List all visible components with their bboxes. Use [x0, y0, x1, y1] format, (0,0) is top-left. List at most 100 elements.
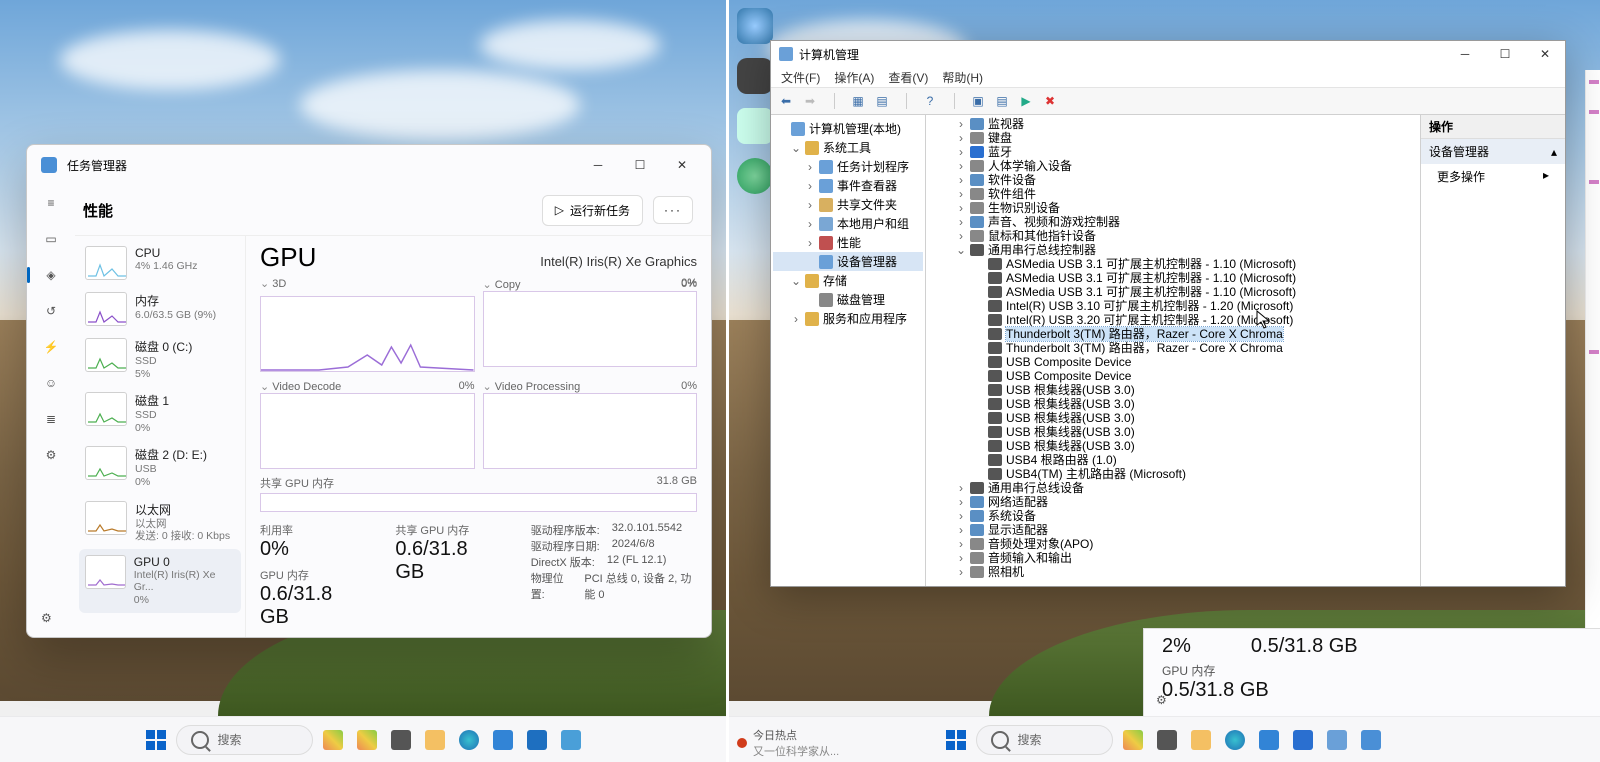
minimize-button[interactable]: ─ — [1445, 42, 1485, 66]
resource-磁盘 2 (D: E:)[interactable]: 磁盘 2 (D: E:)USB0% — [79, 440, 241, 494]
forward-icon[interactable]: ➡ — [801, 92, 819, 110]
device-node[interactable]: USB 根集线器(USB 3.0) — [930, 411, 1416, 425]
minimize-button[interactable]: ─ — [577, 150, 619, 180]
device-node[interactable]: ›键盘 — [930, 131, 1416, 145]
tb-store[interactable] — [1255, 726, 1283, 754]
tb-app-1[interactable] — [1119, 726, 1147, 754]
hamburger-icon[interactable]: ≡ — [41, 193, 61, 213]
resource-list[interactable]: CPU4% 1.46 GHz 内存6.0/63.5 GB (9%) 磁盘 0 (… — [75, 236, 246, 637]
performance-icon[interactable]: ◈ — [41, 265, 61, 285]
tb-store[interactable] — [489, 726, 517, 754]
device-node[interactable]: USB4(TM) 主机路由器 (Microsoft) — [930, 467, 1416, 481]
desktop-icon-1[interactable] — [737, 8, 773, 44]
menubar[interactable]: 文件(F) 操作(A) 查看(V) 帮助(H) — [771, 67, 1565, 88]
tb-app-5[interactable] — [1323, 726, 1351, 754]
device-node[interactable]: ›人体学输入设备 — [930, 159, 1416, 173]
device-node[interactable]: ›通用串行总线设备 — [930, 481, 1416, 495]
settings-icon[interactable]: ⚙ — [41, 611, 52, 625]
tb-taskview[interactable] — [387, 726, 415, 754]
more-button[interactable]: ··· — [653, 196, 693, 224]
desktop-icon-4[interactable] — [737, 158, 773, 194]
maximize-button[interactable]: ☐ — [619, 150, 661, 180]
run-task-button[interactable]: ▷ 运行新任务 — [542, 195, 643, 226]
search-box[interactable]: 搜索 — [176, 725, 312, 755]
tb-app-1[interactable] — [319, 726, 347, 754]
resource-以太网[interactable]: 以太网以太网发送: 0 接收: 0 Kbps — [79, 495, 241, 549]
device-node[interactable]: ASMedia USB 3.1 可扩展主机控制器 - 1.10 (Microso… — [930, 271, 1416, 285]
tb-app-3[interactable] — [557, 726, 585, 754]
resource-内存[interactable]: 内存6.0/63.5 GB (9%) — [79, 286, 241, 332]
services-icon[interactable]: ⚙ — [41, 445, 61, 465]
device-node[interactable]: ›软件设备 — [930, 173, 1416, 187]
menu-item[interactable]: 帮助(H) — [942, 69, 983, 86]
tree-node[interactable]: ›服务和应用程序 — [773, 309, 923, 328]
tree-node[interactable]: ›事件查看器 — [773, 176, 923, 195]
menu-item[interactable]: 查看(V) — [888, 69, 928, 86]
toolbar[interactable]: ⬅ ➡ ▦ ▤ ? ▣ ▤ ▶ ✖ — [771, 88, 1565, 115]
device-node[interactable]: ASMedia USB 3.1 可扩展主机控制器 - 1.10 (Microso… — [930, 285, 1416, 299]
device-node[interactable]: ›音频处理对象(APO) — [930, 537, 1416, 551]
device-node[interactable]: ›软件组件 — [930, 187, 1416, 201]
device-node[interactable]: ⌄通用串行总线控制器 — [930, 243, 1416, 257]
settings-icon[interactable]: ⚙ — [1156, 693, 1167, 707]
tb-edge[interactable] — [455, 726, 483, 754]
tb-app-2[interactable] — [353, 726, 381, 754]
tree-node[interactable]: ›共享文件夹 — [773, 195, 923, 214]
device-node[interactable]: Thunderbolt 3(TM) 路由器，Razer - Core X Chr… — [930, 341, 1416, 355]
device-node[interactable]: Thunderbolt 3(TM) 路由器，Razer - Core X Chr… — [930, 327, 1416, 341]
device-node[interactable]: USB4 根路由器 (1.0) — [930, 453, 1416, 467]
back-icon[interactable]: ⬅ — [777, 92, 795, 110]
device-node[interactable]: ›监视器 — [930, 117, 1416, 131]
tree-node[interactable]: ⌄系统工具 — [773, 138, 923, 157]
enable-icon[interactable]: ▶ — [1017, 92, 1035, 110]
close-button[interactable]: ✕ — [1525, 42, 1565, 66]
tool-icon-2[interactable]: ▤ — [873, 92, 891, 110]
device-node[interactable]: USB 根集线器(USB 3.0) — [930, 383, 1416, 397]
device-node[interactable]: Intel(R) USB 3.10 可扩展主机控制器 - 1.20 (Micro… — [930, 299, 1416, 313]
device-node[interactable]: USB Composite Device — [930, 369, 1416, 383]
processes-icon[interactable]: ▭ — [41, 229, 61, 249]
cm-titlebar[interactable]: 计算机管理 ─ ☐ ✕ — [771, 41, 1565, 67]
device-node[interactable]: USB 根集线器(USB 3.0) — [930, 439, 1416, 453]
tool-icon-4[interactable]: ▤ — [993, 92, 1011, 110]
device-node[interactable]: ›鼠标和其他指针设备 — [930, 229, 1416, 243]
device-node[interactable]: ›系统设备 — [930, 509, 1416, 523]
tb-app-6[interactable] — [1357, 726, 1385, 754]
tb-outlook[interactable] — [523, 726, 551, 754]
start-button[interactable] — [142, 726, 170, 754]
chart-copy-label[interactable]: Copy — [483, 278, 521, 291]
history-icon[interactable]: ↺ — [41, 301, 61, 321]
device-node[interactable]: Intel(R) USB 3.20 可扩展主机控制器 - 1.20 (Micro… — [930, 313, 1416, 327]
tree-node[interactable]: ›本地用户和组 — [773, 214, 923, 233]
device-node[interactable]: ASMedia USB 3.1 可扩展主机控制器 - 1.10 (Microso… — [930, 257, 1416, 271]
tb-explorer[interactable] — [1187, 726, 1215, 754]
actions-category[interactable]: 设备管理器▴ — [1421, 139, 1565, 164]
menu-item[interactable]: 操作(A) — [834, 69, 874, 86]
news-widget[interactable]: 今日热点 又一位科学家从... — [737, 727, 839, 759]
device-node[interactable]: ›蓝牙 — [930, 145, 1416, 159]
menu-item[interactable]: 文件(F) — [781, 69, 820, 86]
device-node[interactable]: USB Composite Device — [930, 355, 1416, 369]
console-tree[interactable]: 计算机管理(本地)⌄系统工具›任务计划程序›事件查看器›共享文件夹›本地用户和组… — [771, 115, 926, 586]
resource-GPU 0[interactable]: GPU 0Intel(R) Iris(R) Xe Gr...0% — [79, 549, 241, 613]
tree-node[interactable]: ⌄存储 — [773, 271, 923, 290]
titlebar[interactable]: 任务管理器 ─ ☐ ✕ — [27, 145, 711, 185]
close-button[interactable]: ✕ — [661, 150, 703, 180]
taskbar[interactable]: 搜索 — [0, 716, 727, 762]
device-node[interactable]: ›显示适配器 — [930, 523, 1416, 537]
desktop-icon-3[interactable] — [737, 108, 773, 144]
details-icon[interactable]: ≣ — [41, 409, 61, 429]
help-icon[interactable]: ? — [921, 92, 939, 110]
start-button[interactable] — [942, 726, 970, 754]
startup-icon[interactable]: ⚡ — [41, 337, 61, 357]
scan-icon[interactable]: ▦ — [849, 92, 867, 110]
maximize-button[interactable]: ☐ — [1485, 42, 1525, 66]
resource-CPU[interactable]: CPU4% 1.46 GHz — [79, 240, 241, 286]
device-node[interactable]: USB 根集线器(USB 3.0) — [930, 397, 1416, 411]
tree-node[interactable]: 磁盘管理 — [773, 290, 923, 309]
chart-proc-label[interactable]: Video Processing — [483, 380, 581, 393]
device-node[interactable]: ›照相机 — [930, 565, 1416, 579]
chart-3d-label[interactable]: 3D — [260, 277, 286, 290]
tb-app-4[interactable] — [1289, 726, 1317, 754]
actions-more[interactable]: 更多操作▸ — [1421, 164, 1565, 189]
